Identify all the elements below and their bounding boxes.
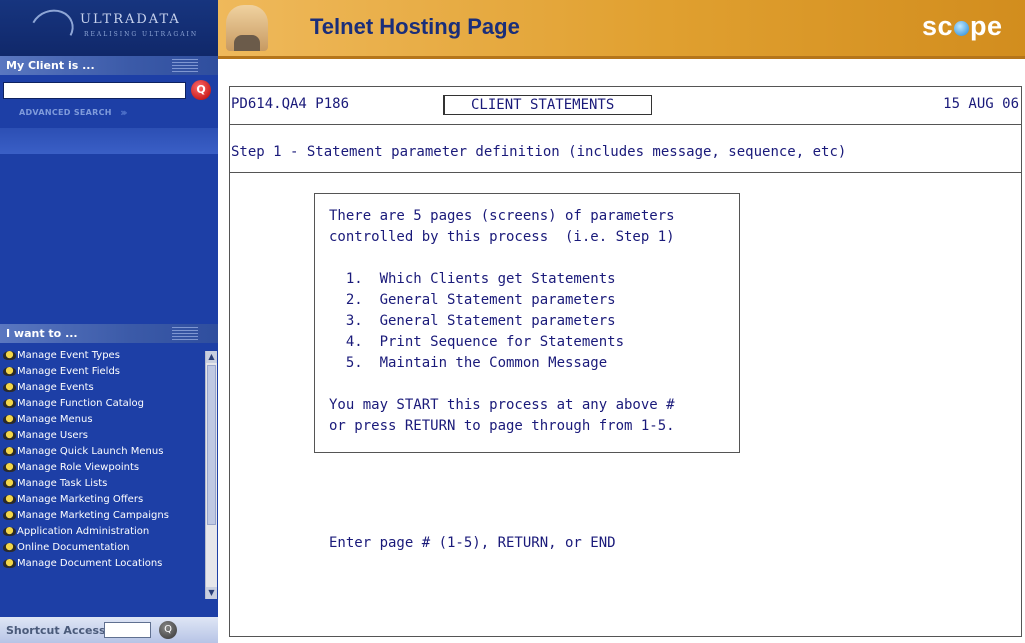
screen-id: PD614.QA4 P186	[231, 96, 350, 112]
scope-logo-text-end: pe	[970, 11, 1003, 41]
my-client-title: My Client is ...	[6, 59, 95, 72]
miner-helmet-icon	[3, 431, 16, 440]
scrollbar-thumb[interactable]	[207, 365, 216, 525]
miner-helmet-icon	[3, 543, 16, 552]
scroll-down-icon[interactable]: ▼	[206, 587, 217, 599]
miner-helmet-icon	[3, 479, 16, 488]
telnet-terminal[interactable]: PD614.QA4 P186 CLIENT STATEMENTS 15 AUG …	[229, 86, 1022, 637]
action-manage-marketing-offers[interactable]: Manage Marketing Offers	[0, 494, 206, 505]
logo-bar: ULTRADATA REALISING ULTRAGAIN	[0, 0, 218, 56]
action-list: Manage Event Types Manage Event Fields M…	[0, 350, 206, 600]
my-client-header: My Client is ...	[0, 56, 218, 75]
info-box: There are 5 pages (screens) of parameter…	[314, 193, 740, 453]
action-manage-quick-launch-menus[interactable]: Manage Quick Launch Menus	[0, 446, 206, 457]
action-manage-event-fields[interactable]: Manage Event Fields	[0, 366, 206, 377]
miner-helmet-icon	[3, 463, 16, 472]
action-manage-marketing-campaigns[interactable]: Manage Marketing Campaigns	[0, 510, 206, 521]
miner-helmet-icon	[3, 383, 16, 392]
logo-text: ULTRADATA	[80, 12, 181, 27]
sidebar-divider	[0, 128, 218, 154]
page-header: Telnet Hosting Page sc pe	[218, 0, 1025, 56]
advanced-search-link[interactable]: ADVANCED SEARCH	[19, 108, 112, 117]
logo-tagline: REALISING ULTRAGAIN	[84, 31, 199, 38]
info-line: controlled by this process (i.e. Step 1)	[329, 229, 675, 245]
action-online-documentation[interactable]: Online Documentation	[0, 542, 206, 553]
miner-helmet-icon	[3, 351, 16, 360]
divider	[230, 124, 1021, 125]
screen-date: 15 AUG 06	[943, 96, 1019, 112]
info-line: or press RETURN to page through from 1-5…	[329, 418, 675, 434]
miner-helmet-icon	[3, 511, 16, 520]
action-manage-event-types[interactable]: Manage Event Types	[0, 350, 206, 361]
shortcut-label: Shortcut Access	[6, 624, 106, 637]
info-line: 2. General Statement parameters	[329, 292, 616, 308]
action-manage-events[interactable]: Manage Events	[0, 382, 206, 393]
client-search-input[interactable]	[3, 82, 186, 99]
action-manage-role-viewpoints[interactable]: Manage Role Viewpoints	[0, 462, 206, 473]
miner-helmet-icon	[3, 367, 16, 376]
screen-title: CLIENT STATEMENTS	[471, 97, 615, 113]
miner-helmet-icon	[3, 415, 16, 424]
shortcut-bar: Shortcut Access Q	[0, 617, 218, 643]
sidebar: ULTRADATA REALISING ULTRAGAIN My Client …	[0, 0, 218, 643]
info-line: 3. General Statement parameters	[329, 313, 616, 329]
grip-icon	[172, 327, 198, 340]
action-manage-menus[interactable]: Manage Menus	[0, 414, 206, 425]
action-application-administration[interactable]: Application Administration	[0, 526, 206, 537]
info-line: 5. Maintain the Common Message	[329, 355, 608, 371]
action-manage-task-lists[interactable]: Manage Task Lists	[0, 478, 206, 489]
globe-icon	[954, 21, 970, 36]
step-description: Step 1 - Statement parameter definition …	[231, 144, 847, 160]
scroll-up-icon[interactable]: ▲	[206, 351, 217, 363]
page-title: Telnet Hosting Page	[310, 14, 520, 39]
divider	[230, 172, 1021, 173]
action-manage-function-catalog[interactable]: Manage Function Catalog	[0, 398, 206, 409]
user-avatar	[226, 5, 268, 51]
scope-logo: sc pe	[922, 11, 1003, 42]
action-list-scrollbar[interactable]: ▲ ▼	[205, 351, 217, 599]
i-want-to-header: I want to ...	[0, 324, 218, 343]
chevron-right-icon[interactable]: ›››	[120, 106, 127, 119]
header-divider	[218, 56, 1025, 59]
miner-helmet-icon	[3, 495, 16, 504]
i-want-to-title: I want to ...	[6, 327, 78, 340]
scope-logo-text-start: sc	[922, 11, 954, 41]
miner-helmet-icon	[3, 527, 16, 536]
search-go-icon[interactable]: Q	[191, 80, 211, 100]
shortcut-go-icon[interactable]: Q	[159, 621, 177, 639]
input-prompt: Enter page # (1-5), RETURN, or END	[329, 535, 616, 551]
miner-helmet-icon	[3, 399, 16, 408]
action-manage-document-locations[interactable]: Manage Document Locations	[0, 558, 206, 569]
action-manage-users[interactable]: Manage Users	[0, 430, 206, 441]
info-line: There are 5 pages (screens) of parameter…	[329, 208, 675, 224]
ultradata-logo-icon	[24, 3, 80, 55]
info-line: You may START this process at any above …	[329, 397, 675, 413]
info-line: 1. Which Clients get Statements	[329, 271, 616, 287]
grip-icon	[172, 59, 198, 72]
info-line: 4. Print Sequence for Statements	[329, 334, 625, 350]
miner-helmet-icon	[3, 559, 16, 568]
miner-helmet-icon	[3, 447, 16, 456]
shortcut-input[interactable]	[104, 622, 151, 638]
screen-title-box: CLIENT STATEMENTS	[443, 95, 652, 115]
